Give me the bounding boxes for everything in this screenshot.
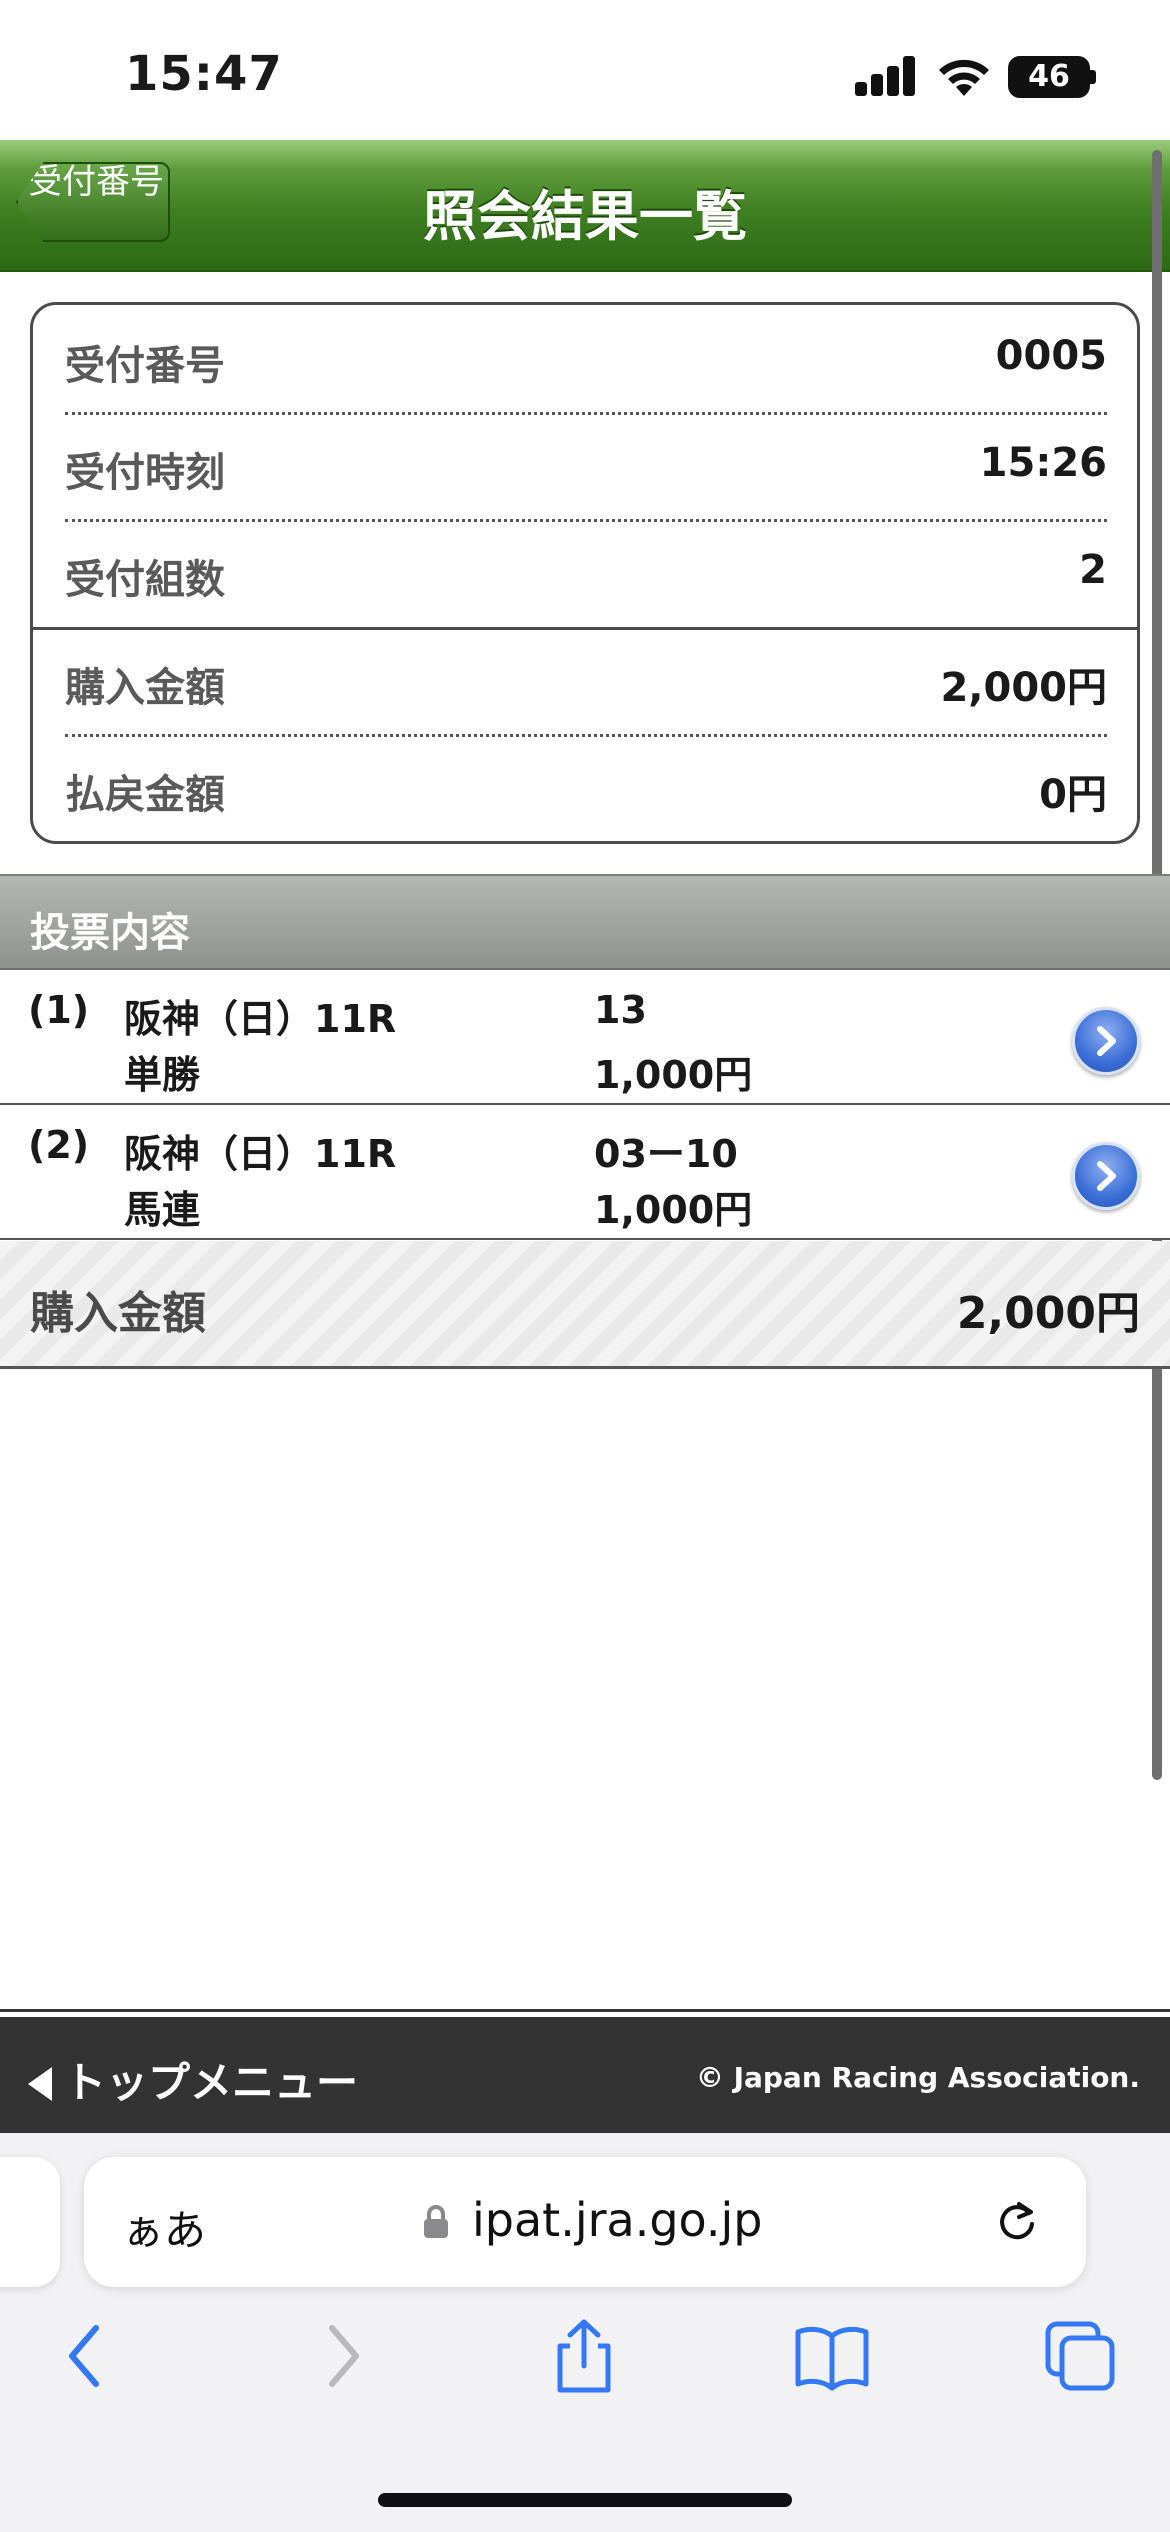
battery-icon: 46 [1008, 56, 1090, 98]
summary-value: 15:26 [979, 440, 1107, 486]
bet-amount: 1,000円 [594, 1053, 753, 1097]
detail-arrow-button[interactable] [1072, 1007, 1140, 1075]
top-menu-link[interactable]: トップメニュー [28, 2049, 358, 2110]
bet-number: (2) [28, 1123, 90, 1167]
chevron-right-icon [1097, 1026, 1116, 1056]
tabs-icon[interactable] [1042, 2318, 1118, 2394]
summary-row-receipt-time: 受付時刻 15:26 [65, 412, 1107, 519]
vote-section-title: 投票内容 [30, 910, 190, 956]
top-menu-label: トップメニュー [64, 2058, 359, 2107]
detail-arrow-button[interactable] [1072, 1142, 1140, 1210]
summary-row-payout-amount: 払戻金額 0円 [65, 734, 1107, 841]
summary-value: 2,000円 [940, 665, 1107, 711]
summary-label: 購入金額 [65, 665, 225, 711]
summary-value: 0円 [1039, 772, 1107, 818]
summary-label: 受付組数 [65, 557, 225, 603]
url-text: ipat.jra.go.jp [472, 2193, 763, 2247]
summary-row-set-count: 受付組数 2 [65, 519, 1107, 626]
copyright-text: © Japan Racing Association. [695, 2061, 1140, 2094]
cellular-signal-icon [855, 56, 917, 96]
battery-tip [1090, 70, 1096, 84]
bet-venue: 阪神（日）11R [124, 997, 397, 1041]
footer-divider [0, 2009, 1170, 2012]
triangle-left-icon [28, 2067, 52, 2101]
status-bar: 15:47 46 [0, 0, 1170, 140]
footer-bar: トップメニュー © Japan Racing Association. [0, 2017, 1170, 2133]
bet-type: 馬連 [124, 1188, 201, 1232]
lock-icon [424, 2205, 448, 2238]
summary-label: 受付時刻 [65, 450, 225, 496]
page-settings-button[interactable]: ぁあ [122, 2197, 206, 2258]
back-arrow-icon[interactable] [50, 2318, 126, 2394]
summary-row-purchase-amount: 購入金額 2,000円 [65, 627, 1107, 734]
summary-value: 0005 [995, 333, 1107, 379]
chevron-right-icon [1097, 1161, 1116, 1191]
bet-amount: 1,000円 [594, 1188, 753, 1232]
bet-combination: 13 [594, 988, 647, 1032]
reload-icon[interactable] [992, 2197, 1042, 2247]
bet-venue: 阪神（日）11R [124, 1132, 397, 1176]
share-icon[interactable] [546, 2318, 622, 2394]
summary-row-receipt-number: 受付番号 0005 [65, 305, 1107, 412]
bet-type: 単勝 [124, 1053, 201, 1097]
total-label: 購入金額 [30, 1288, 206, 1339]
bet-row[interactable]: (2) 阪神（日）11R 馬連 03ー10 1,000円 [0, 1105, 1170, 1240]
bet-number: (1) [28, 988, 90, 1032]
summary-label: 払戻金額 [65, 772, 225, 818]
summary-card: 受付番号 0005 受付時刻 15:26 受付組数 2 購入金額 2,000円 … [30, 302, 1140, 844]
wifi-icon [939, 59, 989, 96]
bet-row[interactable]: (1) 阪神（日）11R 単勝 13 1,000円 [0, 970, 1170, 1105]
home-indicator[interactable] [378, 2493, 792, 2507]
bookmarks-icon[interactable] [794, 2318, 870, 2394]
bet-combination: 03ー10 [594, 1132, 738, 1176]
status-time: 15:47 [125, 46, 283, 102]
total-value: 2,000円 [956, 1288, 1140, 1339]
total-row: 購入金額 2,000円 [0, 1241, 1170, 1369]
summary-value: 2 [1079, 547, 1107, 593]
address-bar[interactable]: ぁあ ipat.jra.go.jp [84, 2157, 1086, 2287]
forward-arrow-icon[interactable] [302, 2318, 378, 2394]
summary-label: 受付番号 [65, 343, 225, 389]
page-title: 照会結果一覧 [423, 185, 747, 248]
previous-tab-preview[interactable] [0, 2157, 60, 2287]
app-header: 受付番号 照会結果一覧 [0, 140, 1170, 272]
vote-section-header: 投票内容 [0, 874, 1170, 970]
